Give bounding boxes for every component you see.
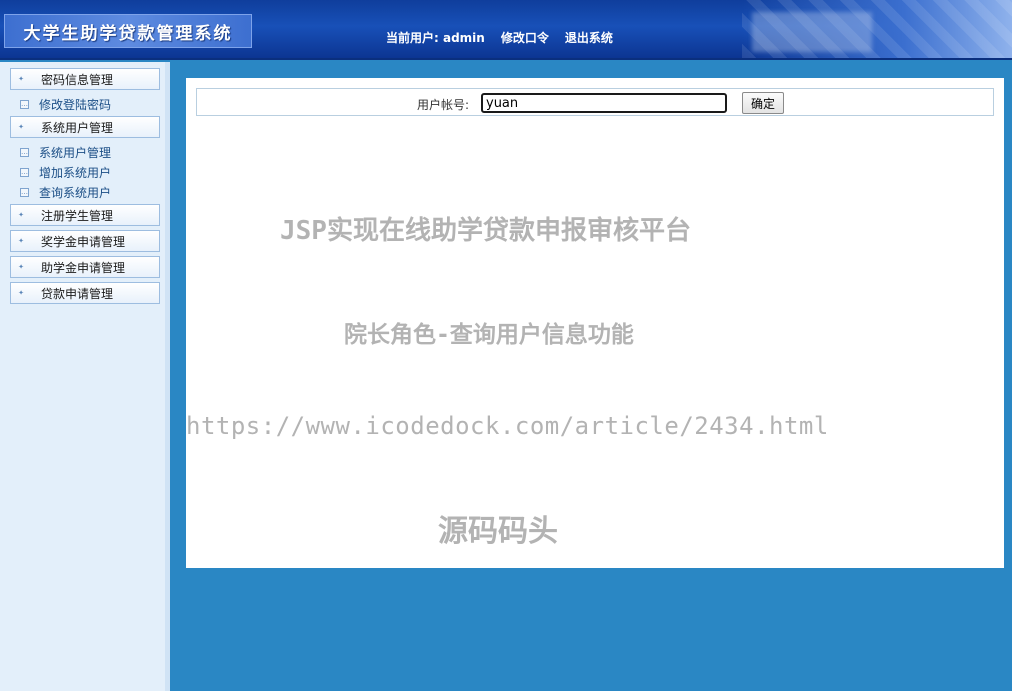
menu-group-password[interactable]: ✦ 密码信息管理 [10, 68, 160, 90]
menu-group-label: 奖学金申请管理 [41, 234, 126, 249]
menu-item-label: 查询系统用户 [39, 185, 112, 200]
page-icon: … [20, 147, 29, 157]
menu-group-label: 密码信息管理 [41, 72, 114, 87]
menu-group-system-users[interactable]: ✦ 系统用户管理 [10, 116, 160, 138]
dot-icon: ✦ [18, 75, 24, 83]
menu-group-grant[interactable]: ✦ 助学金申请管理 [10, 256, 160, 278]
header-bar: 大学生助学贷款管理系统 当前用户: admin 修改口令 退出系统 [0, 0, 1012, 60]
sidebar: ✦ 密码信息管理 … 修改登陆密码 ✦ 系统用户管理 … 系统用户管理 … 增加… [0, 62, 170, 691]
menu-group-label: 贷款申请管理 [41, 286, 114, 301]
search-form: 用户帐号: 确定 [196, 88, 994, 116]
menu-item-label: 增加系统用户 [39, 165, 112, 180]
menu-item-change-login-password[interactable]: … 修改登陆密码 [20, 94, 165, 114]
confirm-button[interactable]: 确定 [742, 92, 784, 114]
keyboard-decoration [742, 0, 1012, 58]
menu-group-label: 注册学生管理 [41, 208, 114, 223]
dot-icon: ✦ [18, 237, 24, 245]
menu-group-loan[interactable]: ✦ 贷款申请管理 [10, 282, 160, 304]
logout-link[interactable]: 退出系统 [565, 29, 613, 46]
header-nav: 当前用户: admin 修改口令 退出系统 [386, 29, 613, 46]
watermark-title: JSP实现在线助学贷款申报审核平台 [280, 216, 691, 246]
menu-item-label: 修改登陆密码 [39, 97, 112, 112]
account-label: 用户帐号: [417, 98, 470, 112]
menu-item-add-system-user[interactable]: … 增加系统用户 [20, 162, 165, 182]
submenu-system-users: … 系统用户管理 … 增加系统用户 … 查询系统用户 [20, 142, 165, 202]
watermark-subtitle: 院长角色-查询用户信息功能 [344, 322, 634, 348]
watermark-url: https://www.icodedock.com/article/2434.h… [186, 412, 829, 440]
menu-item-query-system-user[interactable]: … 查询系统用户 [20, 182, 165, 202]
dot-icon: ✦ [18, 211, 24, 219]
page-icon: … [20, 99, 29, 109]
menu-group-label: 助学金申请管理 [41, 260, 126, 275]
dot-icon: ✦ [18, 123, 24, 131]
dot-icon: ✦ [18, 289, 24, 297]
watermark-brand: 源码码头 [438, 514, 558, 549]
menu-item-system-user-manage[interactable]: … 系统用户管理 [20, 142, 165, 162]
account-input[interactable] [481, 93, 727, 113]
menu-group-label: 系统用户管理 [41, 120, 114, 135]
change-password-link[interactable]: 修改口令 [501, 29, 549, 46]
current-user-label: 当前用户: admin [386, 31, 485, 45]
main-panel: 用户帐号: 确定 JSP实现在线助学贷款申报审核平台 院长角色-查询用户信息功能… [186, 78, 1004, 568]
app-title: 大学生助学贷款管理系统 [23, 23, 233, 44]
dot-icon: ✦ [18, 263, 24, 271]
menu-group-registered-students[interactable]: ✦ 注册学生管理 [10, 204, 160, 226]
page-icon: … [20, 187, 29, 197]
submenu-password: … 修改登陆密码 [20, 94, 165, 114]
menu-item-label: 系统用户管理 [39, 145, 112, 160]
page-icon: … [20, 167, 29, 177]
decoration-blob [752, 12, 872, 52]
app-logo: 大学生助学贷款管理系统 [4, 14, 252, 48]
menu-group-scholarship[interactable]: ✦ 奖学金申请管理 [10, 230, 160, 252]
